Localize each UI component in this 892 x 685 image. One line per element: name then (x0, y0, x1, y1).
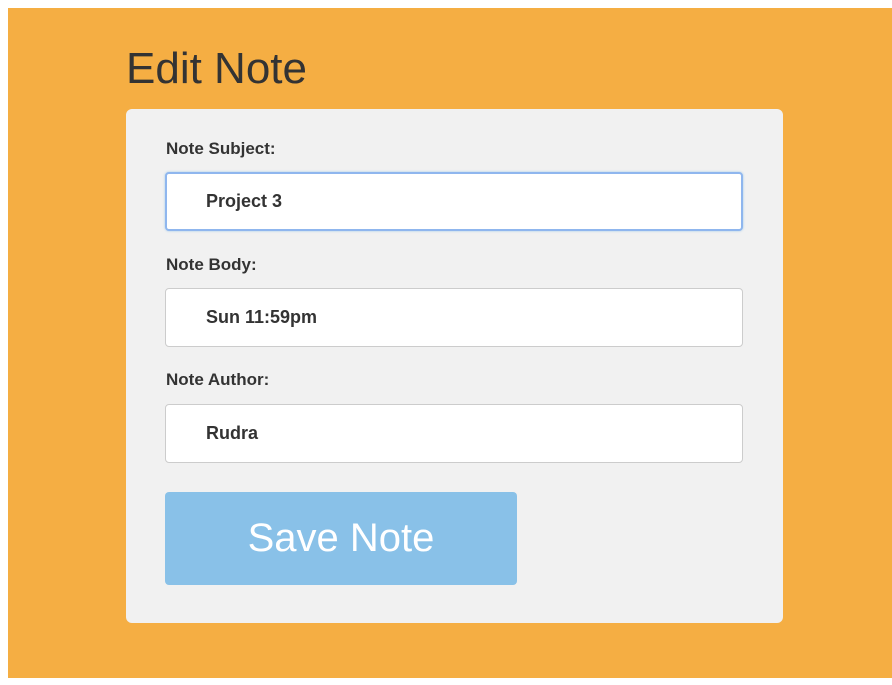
page-background: Edit Note Note Subject: Note Body: Note … (8, 8, 892, 678)
note-body-label: Note Body: (166, 255, 257, 274)
save-note-button[interactable]: Save Note (165, 492, 517, 585)
note-author-input[interactable] (165, 404, 743, 463)
note-body-input[interactable] (165, 288, 743, 347)
page-title: Edit Note (126, 44, 307, 93)
edit-note-form: Note Subject: Note Body: Note Author: Sa… (126, 109, 783, 623)
note-author-label: Note Author: (166, 370, 270, 389)
note-subject-label: Note Subject: (166, 139, 276, 158)
note-subject-input[interactable] (165, 172, 743, 231)
